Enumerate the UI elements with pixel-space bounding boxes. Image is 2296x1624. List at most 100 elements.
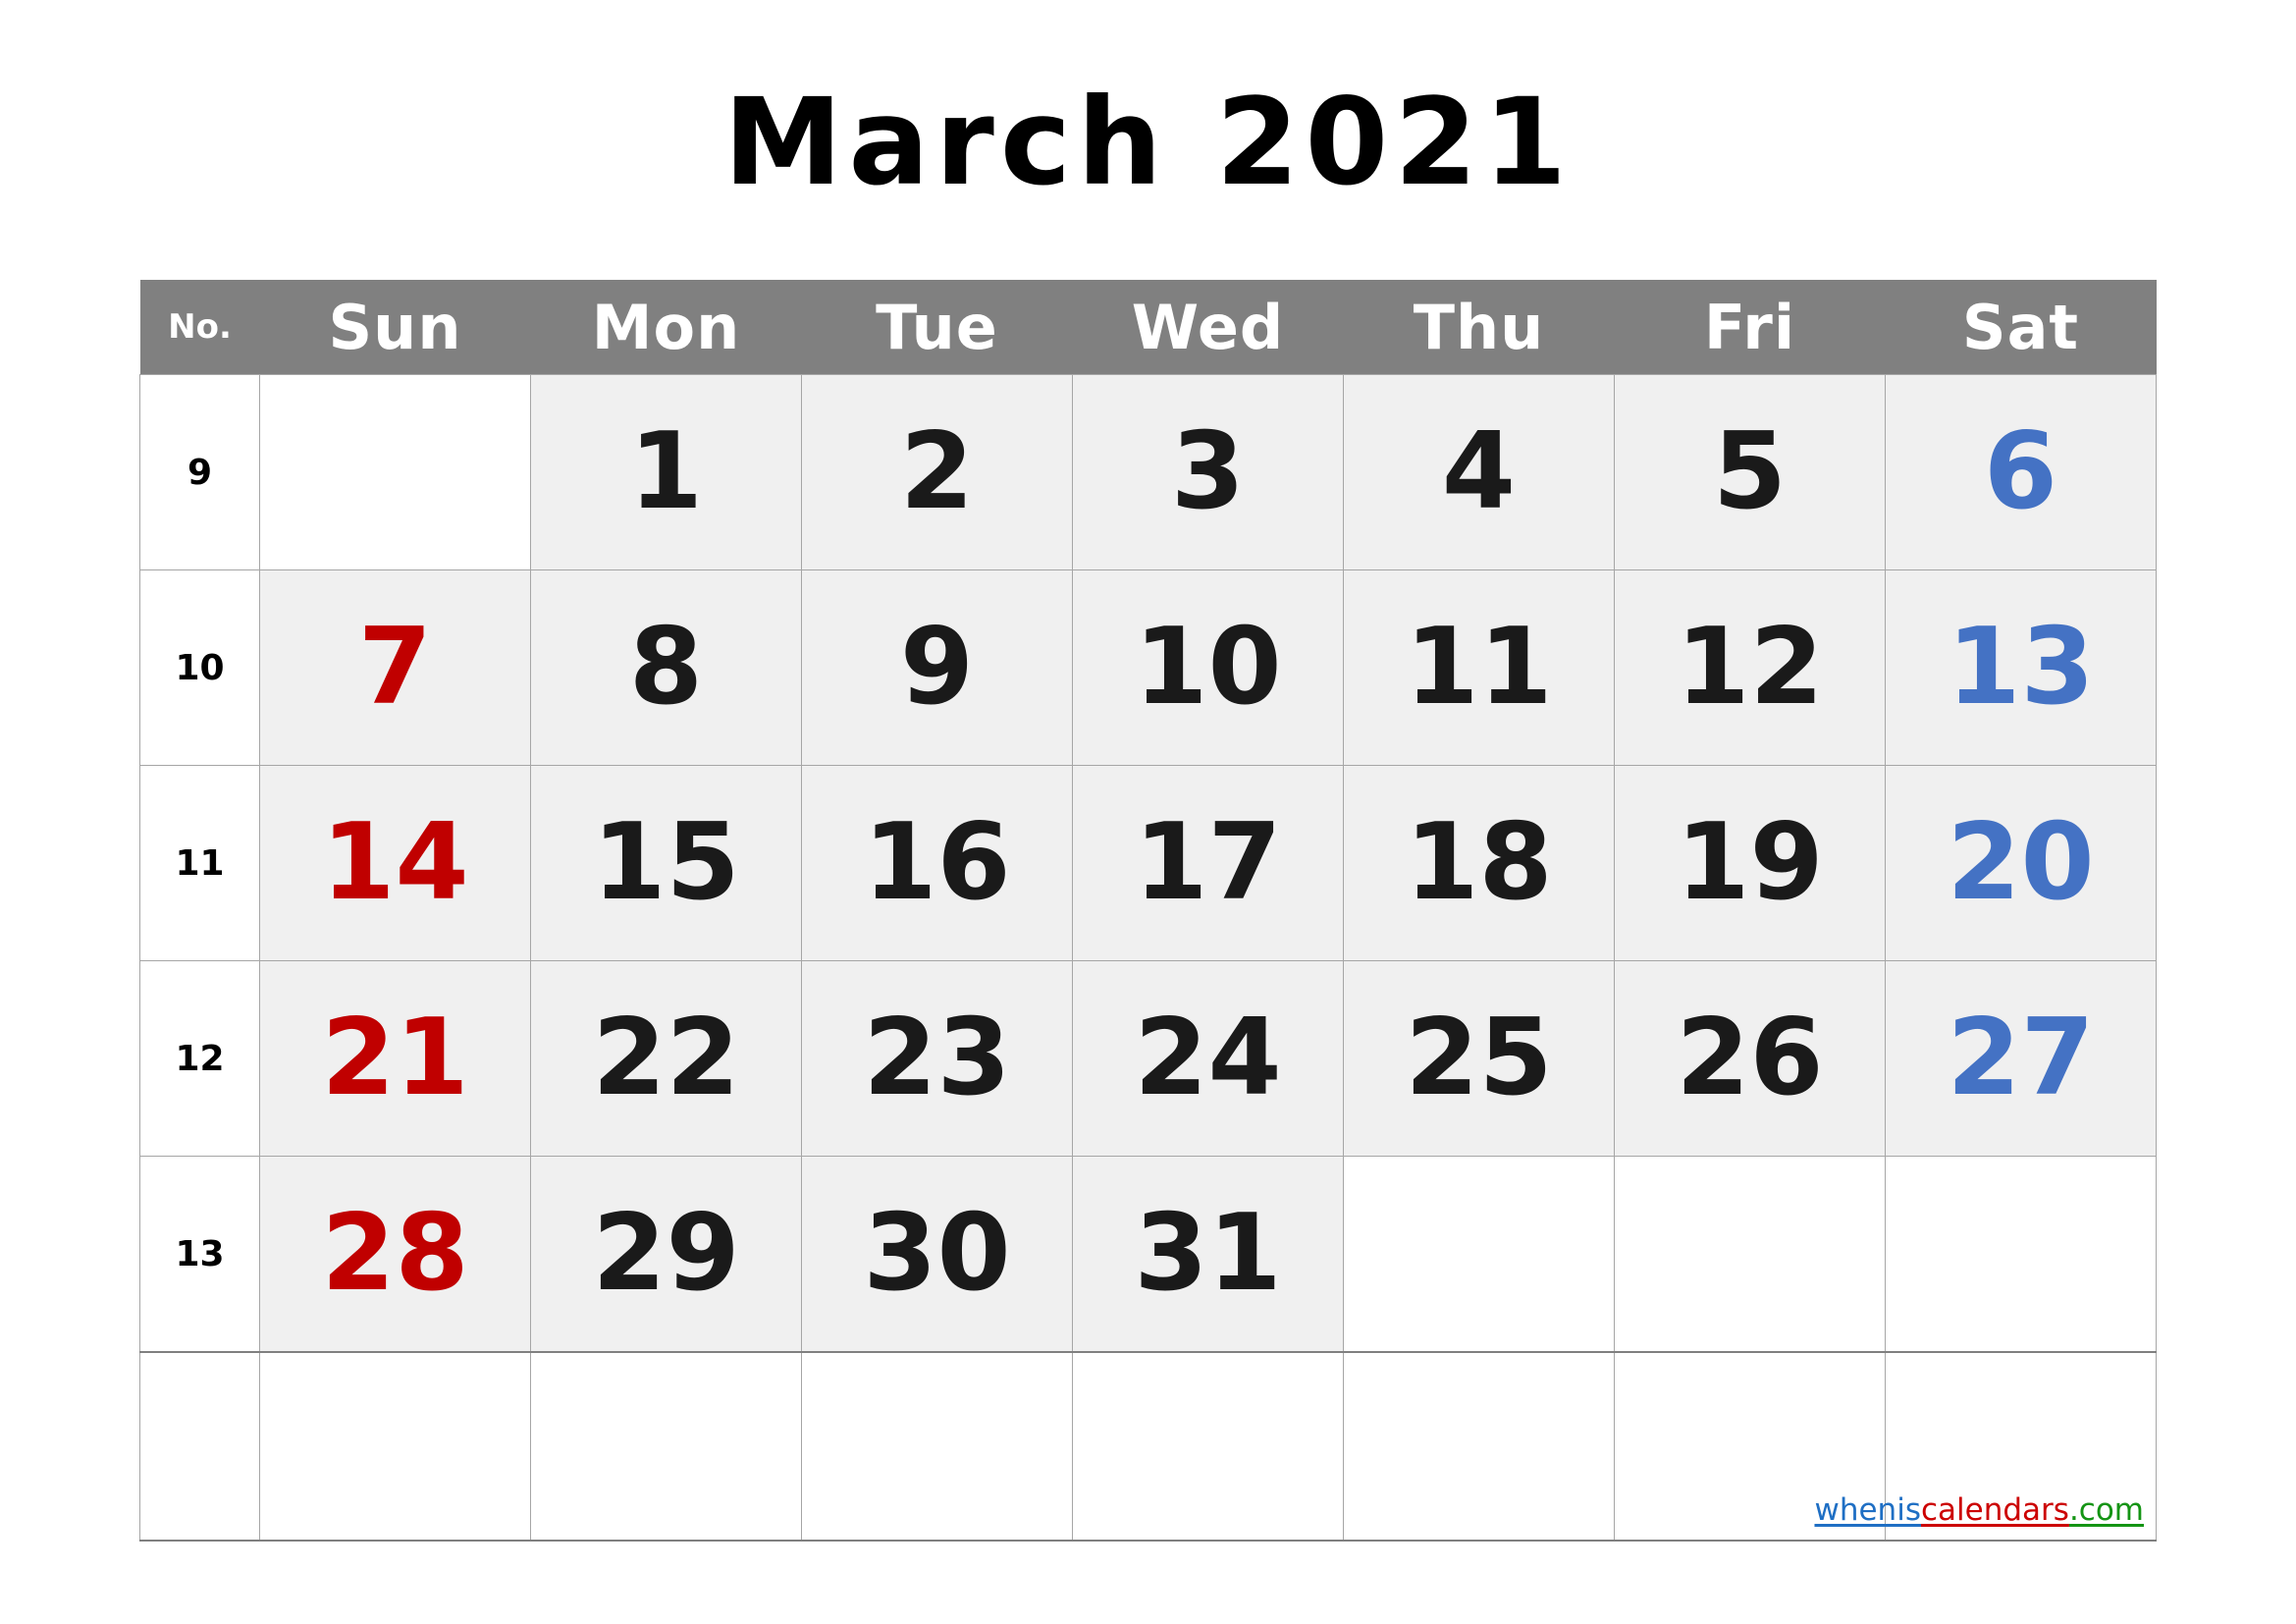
day-number: 23	[863, 997, 1011, 1119]
week-number-cell: 12	[139, 960, 260, 1157]
day-cell-4[interactable]: 4	[1343, 374, 1615, 570]
day-cell-2[interactable]: 2	[801, 374, 1073, 570]
day-cell-7[interactable]: 7	[259, 569, 531, 766]
day-number: 27	[1947, 997, 2095, 1119]
day-cell-31[interactable]: 31	[1072, 1156, 1344, 1353]
day-cell-13[interactable]: 13	[1885, 569, 2157, 766]
header-day-tue: Tue	[801, 280, 1073, 375]
day-cell-empty: wheniscalendars.com	[1814, 1351, 2157, 1542]
day-cell-empty	[530, 1351, 802, 1542]
day-cell-14[interactable]: 14	[259, 765, 531, 961]
calendar-body: 9 1 2 3 4 5 6 10 7 8 9 10 11 12 13 11 14 15 16 17 18 19 20 12 21…	[139, 374, 2157, 1542]
day-cell-empty	[801, 1351, 1073, 1542]
day-cell-19[interactable]: 19	[1614, 765, 1886, 961]
week-number-cell	[139, 1351, 260, 1542]
day-cell-empty	[259, 1351, 531, 1542]
day-number: 28	[321, 1192, 469, 1315]
header-day-fri: Fri	[1614, 280, 1886, 375]
calendar-table-wrapper: No. Sun Mon Tue Wed Thu Fri Sat 91234561…	[139, 280, 2157, 1542]
day-number: 29	[592, 1192, 740, 1315]
day-cell-17[interactable]: 17	[1072, 765, 1344, 961]
day-number: 24	[1134, 997, 1282, 1119]
week-number-cell: 10	[139, 569, 260, 766]
header-day-wed: Wed	[1072, 280, 1344, 375]
calendar-header: No. Sun Mon Tue Wed Thu Fri Sat	[139, 280, 2157, 375]
day-cell-10[interactable]: 10	[1072, 569, 1344, 766]
day-cell-empty	[1614, 1156, 1886, 1353]
day-number: 18	[1405, 801, 1553, 924]
day-cell-3[interactable]: 3	[1072, 374, 1344, 570]
day-cell-6[interactable]: 6	[1885, 374, 2157, 570]
week-number-cell: 9	[139, 374, 260, 570]
day-number: 17	[1134, 801, 1282, 924]
day-number: 26	[1676, 997, 1824, 1119]
day-number: 7	[357, 606, 433, 729]
day-cell-28[interactable]: 28	[259, 1156, 531, 1353]
day-number: 3	[1170, 410, 1246, 533]
day-number: 5	[1712, 410, 1788, 533]
day-number: 16	[863, 801, 1011, 924]
day-number: 11	[1405, 606, 1553, 729]
day-cell-8[interactable]: 8	[530, 569, 802, 766]
day-number: 6	[1983, 410, 2058, 533]
weekday-header-row: No. Sun Mon Tue Wed Thu Fri Sat	[139, 280, 2157, 375]
day-cell-29[interactable]: 29	[530, 1156, 802, 1353]
day-cell-24[interactable]: 24	[1072, 960, 1344, 1157]
site-watermark[interactable]: wheniscalendars.com	[1814, 1495, 2144, 1526]
day-number: 25	[1405, 997, 1553, 1119]
day-number: 2	[899, 410, 975, 533]
day-cell-26[interactable]: 26	[1614, 960, 1886, 1157]
header-day-mon: Mon	[530, 280, 802, 375]
day-cell-5[interactable]: 5	[1614, 374, 1886, 570]
day-number: 20	[1947, 801, 2095, 924]
day-number: 14	[321, 801, 469, 924]
day-number: 31	[1134, 1192, 1282, 1315]
calendar-table: No. Sun Mon Tue Wed Thu Fri Sat 91234561…	[139, 280, 2157, 1542]
day-cell-9[interactable]: 9	[801, 569, 1073, 766]
watermark-part-calendars: calendars	[1920, 1492, 2069, 1528]
day-cell-empty	[1343, 1351, 1615, 1542]
header-day-thu: Thu	[1343, 280, 1615, 375]
day-cell-25[interactable]: 25	[1343, 960, 1615, 1157]
day-number: 22	[592, 997, 740, 1119]
day-number: 4	[1441, 410, 1517, 533]
day-cell-22[interactable]: 22	[530, 960, 802, 1157]
day-cell-15[interactable]: 15	[530, 765, 802, 961]
page-title: March 2021	[722, 73, 1574, 212]
day-cell-16[interactable]: 16	[801, 765, 1073, 961]
calendar-week-row: 13 28 29 30 31	[139, 1156, 2157, 1353]
day-cell-27[interactable]: 27	[1885, 960, 2157, 1157]
calendar-page: March 2021 No. Sun Mon Tue Wed Thu Fri S…	[0, 0, 2296, 1624]
day-cell-empty	[1072, 1351, 1344, 1542]
day-number: 30	[863, 1192, 1011, 1315]
day-cell-empty	[259, 374, 531, 570]
calendar-week-row: 11 14 15 16 17 18 19 20	[139, 765, 2157, 961]
day-cell-30[interactable]: 30	[801, 1156, 1073, 1353]
calendar-week-row: 12 21 22 23 24 25 26 27	[139, 960, 2157, 1157]
calendar-week-row: wheniscalendars.com	[139, 1351, 2157, 1542]
day-cell-12[interactable]: 12	[1614, 569, 1886, 766]
day-number: 12	[1676, 606, 1824, 729]
day-number: 13	[1947, 606, 2095, 729]
day-cell-1[interactable]: 1	[530, 374, 802, 570]
day-cell-empty	[1343, 1156, 1615, 1353]
day-number: 9	[899, 606, 975, 729]
day-cell-18[interactable]: 18	[1343, 765, 1615, 961]
day-cell-20[interactable]: 20	[1885, 765, 2157, 961]
day-number: 8	[628, 606, 704, 729]
day-number: 10	[1134, 606, 1282, 729]
calendar-week-row: 9 1 2 3 4 5 6	[139, 374, 2157, 570]
header-week-number: No.	[139, 280, 260, 375]
day-number: 21	[321, 997, 469, 1119]
week-number-cell: 11	[139, 765, 260, 961]
day-number: 1	[628, 410, 704, 533]
day-cell-21[interactable]: 21	[259, 960, 531, 1157]
day-cell-23[interactable]: 23	[801, 960, 1073, 1157]
day-cell-empty	[1885, 1156, 2157, 1353]
watermark-part-whenis: whenis	[1814, 1492, 1921, 1528]
watermark-part-com: .com	[2068, 1492, 2144, 1528]
week-number-cell: 13	[139, 1156, 260, 1353]
day-number: 15	[592, 801, 740, 924]
day-cell-11[interactable]: 11	[1343, 569, 1615, 766]
header-day-sun: Sun	[259, 280, 531, 375]
